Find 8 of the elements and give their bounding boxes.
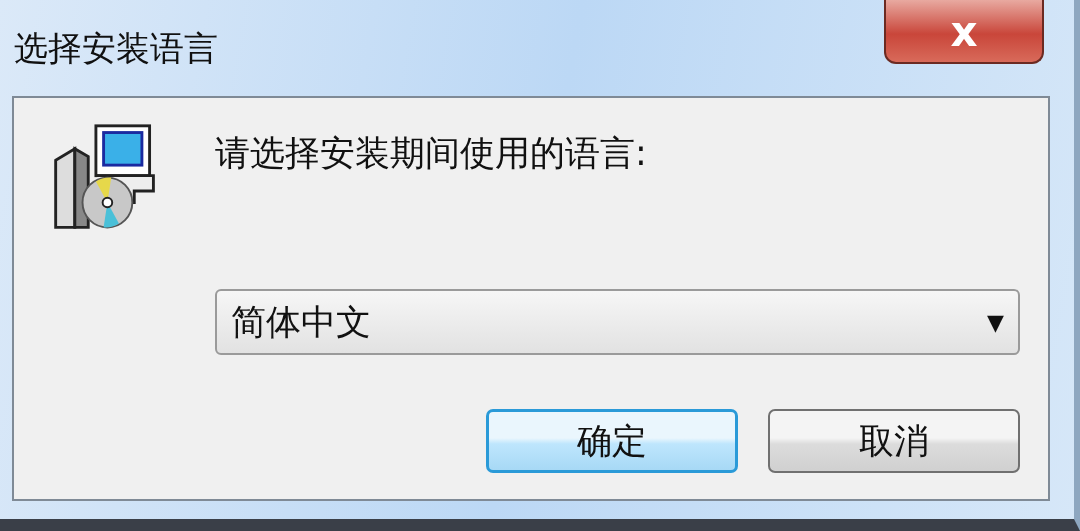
cancel-button[interactable]: 取消 xyxy=(768,409,1020,473)
dropdown-arrow[interactable]: ▼ xyxy=(987,309,1004,335)
close-button[interactable]: x xyxy=(884,0,1044,64)
prompt-text: 请选择安装期间使用的语言: xyxy=(215,132,648,175)
language-dropdown[interactable]: 简体中文 ▼ xyxy=(215,289,1020,355)
selected-language: 简体中文 xyxy=(231,300,371,344)
window-title: 选择安装语言 xyxy=(14,27,218,70)
ok-button[interactable]: 确定 xyxy=(486,409,738,473)
